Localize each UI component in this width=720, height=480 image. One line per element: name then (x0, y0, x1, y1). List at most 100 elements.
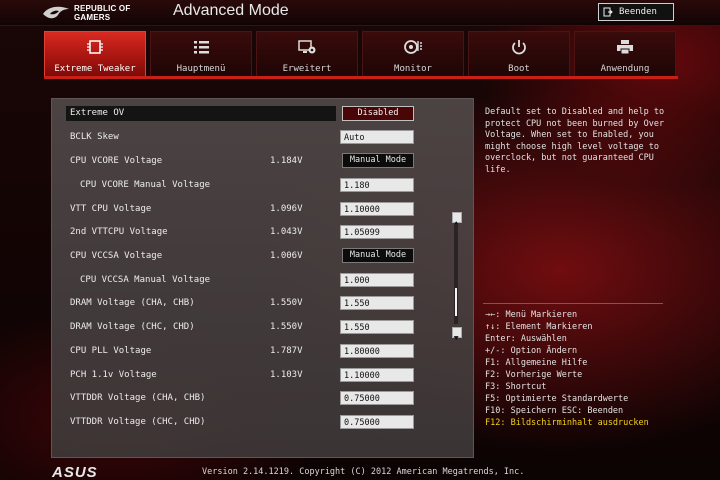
current-voltage: 1.550V (270, 298, 303, 308)
setting-label: CPU VCORE Voltage (70, 156, 163, 166)
tab-monitor[interactable]: Monitor (362, 31, 464, 77)
tab-underline (44, 76, 678, 79)
setting-label: DRAM Voltage (CHA, CHB) (70, 298, 195, 308)
setting-row-dram-chc-chd[interactable]: DRAM Voltage (CHC, CHD) 1.550V 1.550 (52, 320, 452, 336)
current-voltage: 1.043V (270, 227, 303, 237)
printer-icon (617, 40, 633, 55)
tab-extreme-tweaker[interactable]: Extreme Tweaker (44, 31, 146, 77)
key-hint: F1: Allgemeine Hilfe (485, 358, 588, 368)
scroll-down-button[interactable] (452, 327, 462, 341)
2nd-vttcpu-input[interactable]: 1.05099 (340, 225, 414, 239)
vttddr-cha-chb-input[interactable]: 0.75000 (340, 391, 414, 405)
chip-icon (87, 40, 103, 54)
list-icon (194, 41, 209, 54)
pch-input[interactable]: 1.10000 (340, 368, 414, 382)
setting-label: Extreme OV (70, 108, 125, 118)
exit-button[interactable]: Beenden (598, 3, 674, 21)
setting-label: VTTDDR Voltage (CHC, CHD) (70, 417, 206, 427)
key-legend: →←: Menü Markieren ↑↓: Element Markieren… (485, 309, 675, 429)
key-hint-print-screen: F12: Bildschirminhalt ausdrucken (485, 418, 649, 428)
current-voltage: 1.184V (270, 156, 303, 166)
extreme-ov-select[interactable]: Disabled (342, 106, 414, 121)
key-hint: Enter: Auswählen (485, 334, 567, 344)
settings-panel: Extreme OV Disabled BCLK Skew Auto CPU V… (51, 98, 474, 458)
setting-row-vttddr-cha-chb[interactable]: VTTDDR Voltage (CHA, CHB) 0.75000 (52, 391, 452, 407)
setting-row-cpu-vccsa[interactable]: CPU VCCSA Voltage 1.006V Manual Mode (52, 248, 452, 265)
setting-row-cpu-vcore-manual[interactable]: CPU VCORE Manual Voltage 1.180 (52, 178, 452, 194)
current-voltage: 1.550V (270, 322, 303, 332)
tab-label: Extreme Tweaker (54, 64, 136, 74)
tab-label: Erweitert (282, 64, 332, 74)
tab-boot[interactable]: Boot (468, 31, 570, 77)
gauge-icon (404, 40, 422, 54)
dram-chc-chd-input[interactable]: 1.550 (340, 320, 414, 334)
tab-label: Anwendung (600, 64, 650, 74)
setting-label: BCLK Skew (70, 132, 119, 142)
arrow-down-icon (453, 336, 459, 341)
main-tabs: Extreme Tweaker Hauptmenü Erweitert Moni… (44, 31, 680, 77)
setting-row-dram-cha-chb[interactable]: DRAM Voltage (CHA, CHB) 1.550V 1.550 (52, 296, 452, 312)
setting-label: CPU PLL Voltage (70, 346, 152, 356)
current-voltage: 1.006V (270, 251, 303, 261)
help-line: life. (485, 164, 511, 175)
setting-row-cpu-vccsa-manual[interactable]: CPU VCCSA Manual Voltage 1.000 (52, 273, 452, 289)
scroll-up-button[interactable] (452, 212, 462, 226)
key-hint: F2: Vorherige Werte (485, 370, 583, 380)
help-line: Default set to Disabled and help to (485, 107, 665, 117)
help-line: protect CPU not been burned by Over (485, 118, 665, 129)
rog-eye-icon (43, 6, 69, 19)
setting-label: DRAM Voltage (CHC, CHD) (70, 322, 195, 332)
help-line: overclock, but not guaranteed CPU (485, 153, 654, 163)
help-line: Voltage. When set to Enabled, you (485, 130, 654, 140)
setting-label: VTT CPU Voltage (70, 204, 152, 214)
tab-label: Monitor (394, 64, 432, 74)
setting-label: CPU VCORE Manual Voltage (80, 180, 211, 190)
help-line: might choose high level voltage to (485, 141, 659, 152)
brand-line-1: REPUBLIC OF (74, 4, 131, 13)
vttddr-chc-chd-input[interactable]: 0.75000 (340, 415, 414, 429)
version-text: Version 2.14.1219. Copyright (C) 2012 Am… (202, 467, 525, 477)
setting-row-cpu-pll[interactable]: CPU PLL Voltage 1.787V 1.80000 (52, 344, 452, 360)
setting-label: CPU VCCSA Manual Voltage (80, 275, 211, 285)
cpu-vccsa-manual-input[interactable]: 1.000 (340, 273, 414, 287)
setting-row-cpu-vcore[interactable]: CPU VCORE Voltage 1.184V Manual Mode (52, 153, 452, 170)
header-bar: REPUBLIC OF GAMERS Advanced Mode Beenden (0, 0, 720, 26)
setting-label: 2nd VTTCPU Voltage (70, 227, 168, 237)
scrollbar-thumb[interactable] (455, 288, 457, 316)
key-hint: →←: Menü Markieren (485, 310, 578, 320)
setting-row-bclk-skew[interactable]: BCLK Skew Auto (52, 130, 452, 146)
bclk-skew-input[interactable]: Auto (340, 130, 414, 144)
setting-label: CPU VCCSA Voltage (70, 251, 163, 261)
key-hint: ↑↓: Element Markieren (485, 322, 593, 332)
setting-row-extreme-ov[interactable]: Extreme OV Disabled (52, 106, 452, 122)
setting-row-vtt-cpu[interactable]: VTT CPU Voltage 1.096V 1.10000 (52, 202, 452, 218)
setting-row-vttddr-chc-chd[interactable]: VTTDDR Voltage (CHC, CHD) 0.75000 (52, 415, 452, 431)
key-hint: F5: Optimierte Standardwerte (485, 394, 629, 404)
power-icon (512, 40, 526, 55)
tab-hauptmenue[interactable]: Hauptmenü (150, 31, 252, 77)
exit-label: Beenden (619, 7, 657, 17)
cpu-vccsa-mode-button[interactable]: Manual Mode (342, 248, 414, 263)
tab-label: Boot (508, 64, 530, 74)
current-voltage: 1.787V (270, 346, 303, 356)
settings-monitor-icon (298, 40, 316, 54)
cpu-vcore-mode-button[interactable]: Manual Mode (342, 153, 414, 168)
setting-row-pch[interactable]: PCH 1.1v Voltage 1.103V 1.10000 (52, 368, 452, 384)
rog-logo: REPUBLIC OF GAMERS (42, 1, 160, 25)
help-divider (483, 303, 663, 304)
tab-anwendung[interactable]: Anwendung (574, 31, 676, 77)
asus-logo: ASUS (52, 464, 98, 480)
cpu-pll-input[interactable]: 1.80000 (340, 344, 414, 358)
mode-title: Advanced Mode (173, 2, 289, 19)
cpu-vcore-manual-input[interactable]: 1.180 (340, 178, 414, 192)
dram-cha-chb-input[interactable]: 1.550 (340, 296, 414, 310)
key-hint: F3: Shortcut (485, 382, 547, 392)
current-voltage: 1.103V (270, 370, 303, 380)
vtt-cpu-input[interactable]: 1.10000 (340, 202, 414, 216)
help-description: Default set to Disabled and help to prot… (485, 107, 670, 176)
current-voltage: 1.096V (270, 204, 303, 214)
exit-door-icon (603, 7, 613, 17)
tab-label: Hauptmenü (176, 64, 226, 74)
setting-row-2nd-vttcpu[interactable]: 2nd VTTCPU Voltage 1.043V 1.05099 (52, 225, 452, 241)
tab-erweitert[interactable]: Erweitert (256, 31, 358, 77)
